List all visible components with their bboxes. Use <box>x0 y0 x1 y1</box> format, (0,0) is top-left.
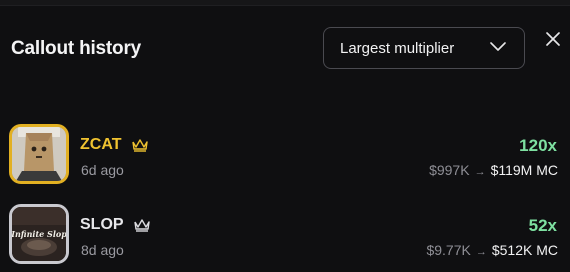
crown-icon <box>132 139 148 152</box>
mc-to: $119M MC <box>490 162 558 178</box>
crown-icon <box>134 219 150 232</box>
chevron-down-icon <box>490 42 506 51</box>
multiplier: 52x <box>528 216 557 235</box>
callout-row[interactable]: Infinite Slop SLOP 8d ago 52x $9.77K → $51… <box>0 204 570 270</box>
sort-dropdown-value: Largest multiplier <box>340 40 455 57</box>
coin-name: ZCAT <box>80 136 122 153</box>
coin-name: SLOP <box>80 216 124 233</box>
coin-name-line: SLOP <box>80 216 151 236</box>
callout-time: 8d ago <box>81 242 124 258</box>
market-cap-change: $997K → $119M MC <box>429 162 558 178</box>
panel-title: Callout history <box>11 38 142 59</box>
arrow-right-icon: → <box>475 246 487 258</box>
coin-avatar: Infinite Slop <box>9 204 69 264</box>
panel-header: Callout history Largest multiplier <box>0 20 570 76</box>
callout-row[interactable]: ZCAT 6d ago 120x $997K → $119M MC <box>0 124 570 190</box>
coin-name-line: ZCAT <box>80 136 149 156</box>
zcat-avatar-image <box>12 127 66 181</box>
mc-to: $512K MC <box>491 242 558 258</box>
mc-from: $9.77K <box>426 242 471 258</box>
callout-history-panel: Callout history Largest multiplier ZCAT … <box>0 0 570 272</box>
arrow-right-icon: → <box>474 166 486 178</box>
avatar-caption: Infinite Slop <box>12 229 66 239</box>
market-cap-change: $9.77K → $512K MC <box>426 242 558 258</box>
close-icon[interactable] <box>544 30 562 48</box>
mc-from: $997K <box>429 162 470 178</box>
multiplier: 120x <box>519 136 557 155</box>
callout-time: 6d ago <box>81 162 124 178</box>
sort-dropdown[interactable]: Largest multiplier <box>323 27 525 69</box>
top-divider <box>0 0 570 6</box>
slop-avatar-image: Infinite Slop <box>12 207 66 261</box>
coin-avatar <box>9 124 69 184</box>
